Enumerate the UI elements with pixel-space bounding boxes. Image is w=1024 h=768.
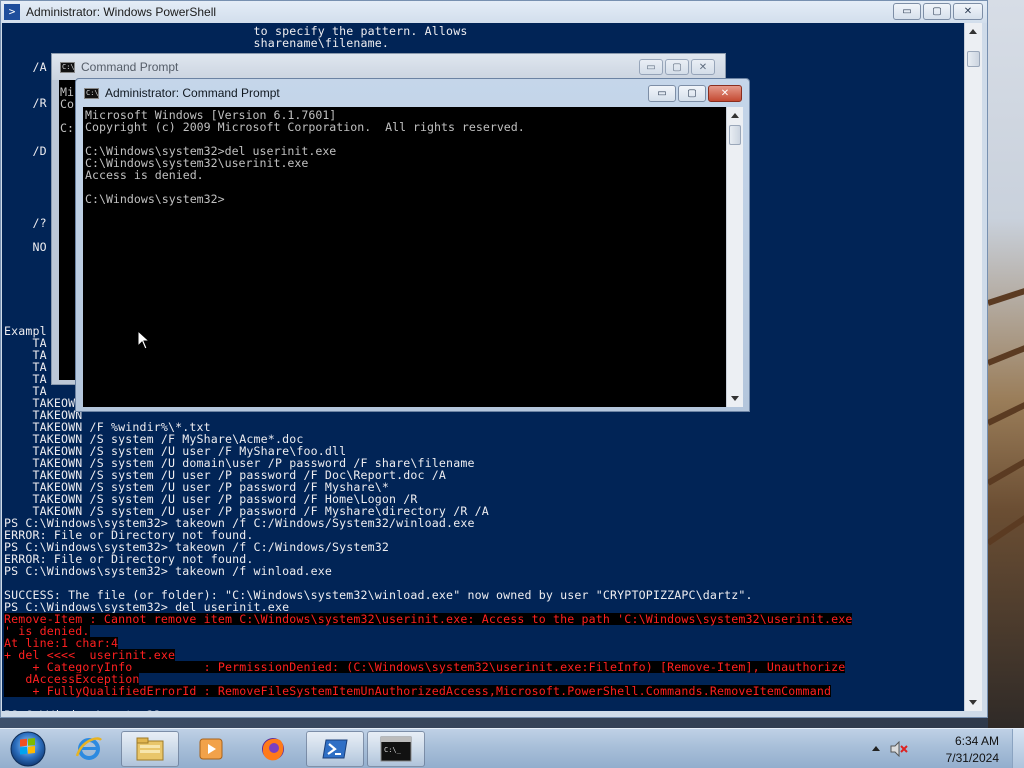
cmd-icon: C:\_ bbox=[380, 736, 412, 762]
show-desktop-button[interactable] bbox=[1012, 729, 1024, 768]
cmd-icon: C:\ bbox=[84, 87, 99, 99]
console-line: /R bbox=[4, 96, 47, 110]
system-tray: 6:34 AM 7/31/2024 bbox=[862, 729, 1024, 768]
cmd-bg-title: Command Prompt bbox=[81, 60, 179, 74]
svg-text:C:\_: C:\_ bbox=[384, 746, 402, 754]
cmd-console[interactable]: Microsoft Windows [Version 6.1.7601] Copy… bbox=[83, 107, 726, 407]
console-line: PS C:\Windows\system32> bbox=[4, 709, 168, 711]
taskbar-powershell[interactable] bbox=[306, 731, 364, 767]
taskbar-internet-explorer[interactable] bbox=[60, 731, 118, 767]
console-error-line: + FullyQualifiedErrorId : RemoveFileSyst… bbox=[4, 684, 832, 698]
scroll-down-icon[interactable] bbox=[731, 396, 739, 401]
cmd-console-line: Access is denied. bbox=[85, 168, 204, 182]
scroll-thumb[interactable] bbox=[729, 125, 741, 145]
cmd-titlebar[interactable]: C:\ Administrator: Command Prompt ▭ ▢ ✕ bbox=[76, 79, 749, 107]
maximize-button[interactable]: ▢ bbox=[678, 85, 706, 102]
close-button[interactable]: ✕ bbox=[953, 3, 983, 20]
minimize-button[interactable]: ▭ bbox=[639, 59, 663, 75]
close-button[interactable]: ✕ bbox=[708, 85, 742, 102]
powershell-icon bbox=[322, 739, 348, 759]
mouse-cursor-icon bbox=[137, 330, 151, 350]
cmd-bg-text: Co bbox=[60, 97, 74, 111]
powershell-title: Administrator: Windows PowerShell bbox=[26, 5, 217, 19]
cmd-scrollbar[interactable] bbox=[726, 107, 743, 407]
powershell-icon: > bbox=[4, 4, 20, 20]
scroll-up-icon[interactable] bbox=[731, 113, 739, 118]
taskbar-windows-explorer[interactable] bbox=[121, 731, 179, 767]
folder-icon bbox=[136, 737, 164, 761]
console-line: PS C:\Windows\system32> takeown /f winlo… bbox=[4, 564, 332, 578]
cmd-bg-titlebar[interactable]: C:\ Command Prompt ▭ ▢ ✕ bbox=[52, 54, 725, 80]
cmd-title: Administrator: Command Prompt bbox=[105, 86, 280, 100]
cmd-console-line: C:\Windows\system32> bbox=[85, 192, 225, 206]
cmd-console-line: Copyright (c) 2009 Microsoft Corporation… bbox=[85, 120, 525, 134]
console-error-line: Remove-Item : Cannot remove item C:\Wind… bbox=[4, 612, 853, 626]
maximize-button[interactable]: ▢ bbox=[923, 3, 951, 20]
scroll-up-icon[interactable] bbox=[969, 29, 977, 34]
close-button[interactable]: ✕ bbox=[691, 59, 715, 75]
taskbar-command-prompt[interactable]: C:\_ bbox=[367, 731, 425, 767]
desktop-wallpaper bbox=[988, 0, 1024, 728]
start-button[interactable] bbox=[6, 730, 50, 768]
maximize-button[interactable]: ▢ bbox=[665, 59, 689, 75]
scroll-thumb[interactable] bbox=[967, 51, 980, 67]
command-prompt-window[interactable]: C:\ Administrator: Command Prompt ▭ ▢ ✕ … bbox=[75, 78, 750, 412]
console-line: /A bbox=[4, 60, 47, 74]
cmd-bg-text: C: bbox=[60, 121, 74, 135]
ie-icon bbox=[75, 737, 102, 760]
console-line: /? bbox=[4, 216, 47, 230]
minimize-button[interactable]: ▭ bbox=[648, 85, 676, 102]
clock-time[interactable]: 6:34 AM bbox=[955, 734, 999, 748]
console-line: sharename\filename. bbox=[4, 36, 390, 50]
show-hidden-icons-icon[interactable] bbox=[872, 745, 880, 753]
taskbar-firefox[interactable] bbox=[244, 731, 302, 767]
console-line: /D bbox=[4, 144, 47, 158]
taskbar: C:\_ 6:34 AM 7/31/2024 bbox=[0, 728, 1024, 768]
volume-muted-icon[interactable] bbox=[890, 741, 908, 757]
firefox-icon bbox=[262, 738, 284, 761]
cmd-icon: C:\ bbox=[60, 61, 75, 73]
taskbar-media-player[interactable] bbox=[182, 731, 240, 767]
powershell-titlebar[interactable]: > Administrator: Windows PowerShell ▭ ▢ … bbox=[1, 1, 987, 23]
minimize-button[interactable]: ▭ bbox=[893, 3, 921, 20]
powershell-scrollbar[interactable] bbox=[964, 23, 982, 711]
clock-date[interactable]: 7/31/2024 bbox=[946, 751, 999, 765]
scroll-down-icon[interactable] bbox=[969, 700, 977, 705]
media-player-icon bbox=[199, 738, 223, 760]
console-line: NO bbox=[4, 240, 47, 254]
